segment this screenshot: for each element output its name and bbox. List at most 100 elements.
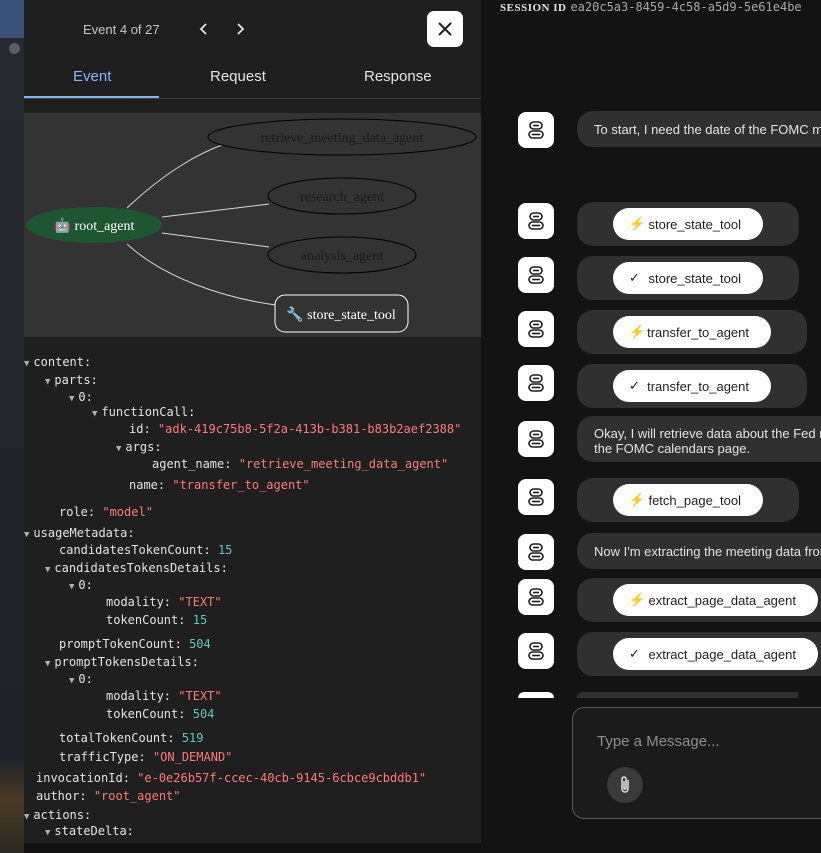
bot-icon bbox=[528, 488, 544, 506]
message-input[interactable]: Type a Message... bbox=[597, 733, 720, 750]
json-role: role: "model" bbox=[59, 505, 153, 519]
json-key-usagemetadata[interactable]: ▼ usageMetadata: bbox=[24, 525, 135, 541]
session-id: SESSION ID ea20c5a3-8459-4c58-a5d9-5e61e4… bbox=[500, 0, 802, 14]
tool-event-bubble: ✓ transfer_to_agent bbox=[577, 364, 807, 408]
chevron-left-icon bbox=[199, 23, 207, 35]
bot-icon bbox=[528, 588, 544, 606]
bot-avatar bbox=[518, 534, 554, 570]
bolt-icon: ⚡ bbox=[629, 216, 646, 231]
event-header: Event 4 of 27 bbox=[24, 0, 481, 58]
toggle-icon: ▼ bbox=[45, 565, 51, 575]
json-prompt-tokencount: tokenCount: 504 bbox=[106, 707, 215, 721]
tool-name: fetch_page_tool bbox=[648, 492, 741, 508]
message-text-line: Okay, I will retrieve data about the Fed… bbox=[594, 426, 821, 441]
graph-edge bbox=[126, 243, 277, 306]
bot-icon bbox=[528, 121, 544, 139]
agent-text-message: To start, I need the date of the FOMC me bbox=[577, 111, 821, 147]
json-traffic-type: trafficType: "ON_DEMAND" bbox=[59, 750, 233, 764]
bot-avatar bbox=[518, 365, 554, 401]
json-key-candidates-details[interactable]: ▼ candidatesTokensDetails: bbox=[45, 560, 228, 576]
tool-call-chip[interactable]: ✓ store_state_tool bbox=[613, 262, 763, 294]
json-key-statedelta[interactable]: ▼ stateDelta: bbox=[45, 823, 134, 839]
toggle-icon: ▼ bbox=[45, 659, 51, 669]
tool-call-chip[interactable]: ⚡ extract_page_data_agent bbox=[613, 584, 818, 616]
toggle-icon: ▼ bbox=[24, 530, 30, 540]
graph-edge bbox=[126, 139, 240, 209]
desktop-background bbox=[0, 0, 24, 853]
tab-event[interactable]: Event bbox=[73, 68, 111, 85]
json-author: author: "root_agent" bbox=[36, 789, 181, 803]
toggle-icon: ▼ bbox=[69, 394, 75, 404]
message-composer[interactable]: Type a Message... bbox=[572, 707, 821, 819]
tool-call-chip[interactable]: ⚡ fetch_page_tool bbox=[613, 484, 763, 516]
tool-call-chip[interactable]: ⚡ transfer_to_agent bbox=[613, 316, 771, 348]
tool-name: extract_page_data_agent bbox=[648, 592, 796, 608]
json-key-candidates-index[interactable]: ▼ 0: bbox=[69, 577, 93, 593]
bolt-icon: ⚡ bbox=[629, 592, 646, 607]
store-state-tool-label: 🔧 store_state_tool bbox=[286, 305, 396, 323]
toggle-icon: ▼ bbox=[69, 582, 75, 592]
attach-button[interactable] bbox=[607, 767, 643, 803]
tool-name: transfer_to_agent bbox=[647, 324, 749, 340]
active-tab-indicator bbox=[24, 96, 159, 98]
event-detail-panel: Event 4 of 27 Event Request Response 🤖 r… bbox=[24, 0, 481, 843]
json-key-prompt-index[interactable]: ▼ 0: bbox=[69, 671, 93, 687]
tool-event-bubble: ⚡ store_state_tool bbox=[577, 202, 799, 246]
root-agent-label: 🤖 root_agent bbox=[54, 217, 135, 234]
json-key-args[interactable]: ▼ args: bbox=[116, 439, 162, 455]
bolt-icon: ⚡ bbox=[629, 324, 646, 339]
bot-avatar bbox=[518, 479, 554, 515]
bot-icon bbox=[528, 374, 544, 392]
bot-avatar bbox=[518, 633, 554, 669]
tool-event-bubble: ✓ store_state_tool bbox=[577, 256, 799, 300]
chevron-right-icon bbox=[237, 23, 245, 35]
bolt-icon: ⚡ bbox=[629, 492, 646, 507]
tab-request[interactable]: Request bbox=[210, 68, 266, 85]
check-icon: ✓ bbox=[629, 378, 640, 393]
tool-event-bubble: ⚡ fetch_page_tool bbox=[577, 478, 799, 522]
json-candidates-tokencount: tokenCount: 15 bbox=[106, 613, 208, 627]
bot-icon bbox=[528, 430, 544, 448]
session-id-value: ea20c5a3-8459-4c58-a5d9-5e61e4be bbox=[570, 0, 802, 14]
json-total-token-count: totalTokenCount: 519 bbox=[59, 731, 204, 745]
toggle-icon: ▼ bbox=[24, 812, 30, 822]
agent-text-message: Okay, I will retrieve data about the Fed… bbox=[577, 416, 821, 462]
json-key-parts[interactable]: ▼ parts: bbox=[45, 372, 98, 388]
message-text-line: Now I'm extracting the meeting data fror bbox=[594, 544, 821, 559]
agent-graph: 🤖 root_agent retrieve_meeting_data_agent… bbox=[24, 113, 481, 337]
bot-avatar bbox=[518, 421, 554, 457]
json-prompt-modality: modality: "TEXT" bbox=[106, 689, 222, 703]
tool-name: store_state_tool bbox=[648, 216, 741, 232]
json-key-actions[interactable]: ▼ actions: bbox=[24, 807, 91, 823]
toggle-icon: ▼ bbox=[116, 444, 122, 454]
graph-edge bbox=[161, 203, 270, 218]
next-event-button[interactable] bbox=[228, 17, 252, 41]
bot-avatar bbox=[518, 579, 554, 615]
json-candidates-token-count: candidatesTokenCount: 15 bbox=[59, 543, 233, 557]
retrieve-meeting-label: retrieve_meeting_data_agent bbox=[261, 131, 424, 146]
tab-response[interactable]: Response bbox=[364, 68, 432, 85]
chat-area: SESSION ID ea20c5a3-8459-4c58-a5d9-5e61e4… bbox=[481, 0, 821, 853]
json-name: name: "transfer_to_agent" bbox=[129, 478, 310, 492]
tool-event-bubble: ⚡ extract_page_data_agent bbox=[577, 578, 821, 622]
close-button[interactable] bbox=[427, 11, 463, 47]
close-icon bbox=[438, 22, 452, 36]
toggle-icon: ▼ bbox=[69, 676, 75, 686]
tool-call-chip[interactable]: ✓ extract_page_data_agent bbox=[613, 638, 818, 670]
tool-call-chip[interactable]: ⚡ store_state_tool bbox=[613, 208, 763, 240]
prev-event-button[interactable] bbox=[192, 17, 216, 41]
tool-name: store_state_tool bbox=[648, 270, 741, 286]
json-key-index[interactable]: ▼ 0: bbox=[69, 389, 93, 405]
check-icon: ✓ bbox=[629, 270, 640, 285]
tool-call-chip[interactable]: ✓ transfer_to_agent bbox=[613, 370, 771, 402]
json-key-content[interactable]: ▼ content: bbox=[24, 354, 91, 370]
tool-event-bubble: ⚡ transfer_to_agent bbox=[577, 310, 807, 354]
paperclip-icon bbox=[621, 776, 629, 793]
json-key-prompt-details[interactable]: ▼ promptTokensDetails: bbox=[45, 654, 199, 670]
toggle-icon: ▼ bbox=[45, 828, 51, 838]
toggle-icon: ▼ bbox=[45, 377, 51, 387]
check-icon: ✓ bbox=[629, 646, 640, 661]
bot-avatar bbox=[518, 203, 554, 239]
json-key-functioncall[interactable]: ▼ functionCall: bbox=[92, 404, 195, 420]
bot-icon bbox=[528, 266, 544, 284]
